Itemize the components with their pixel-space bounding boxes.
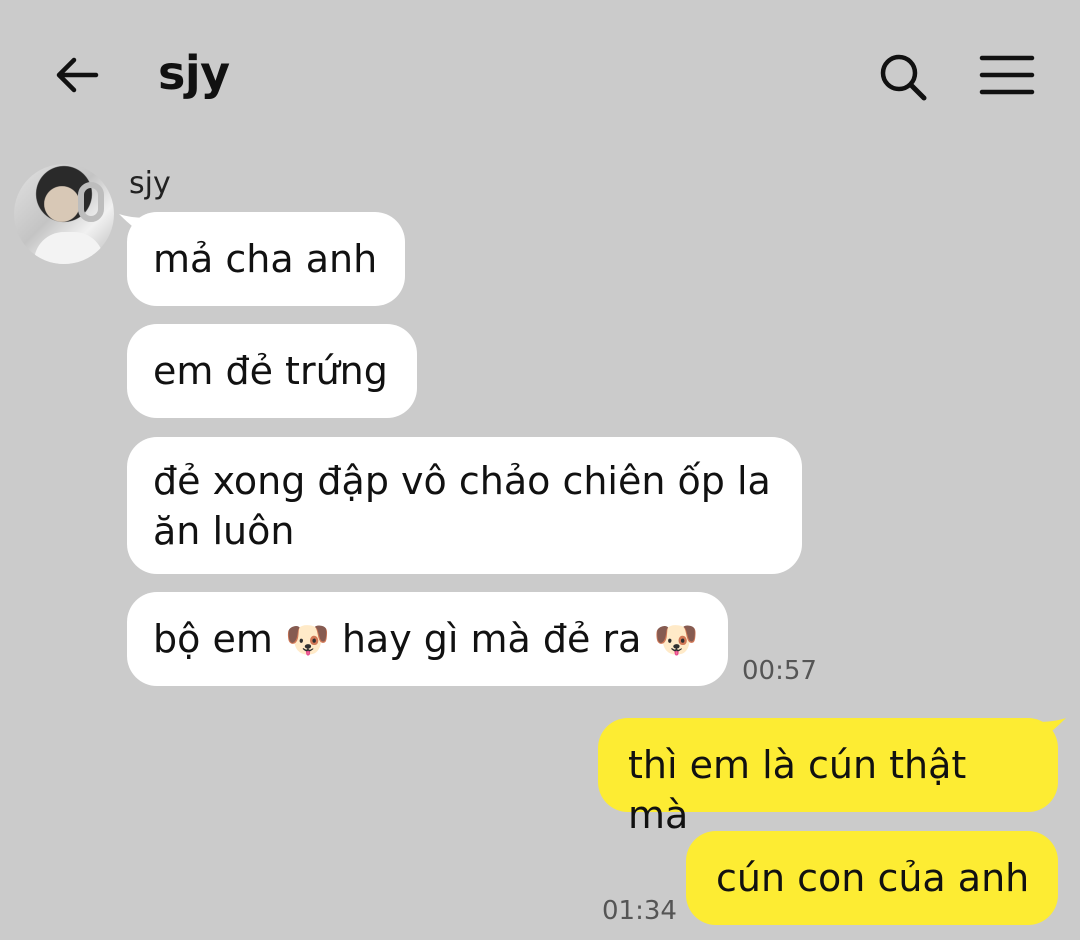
message-text: em đẻ trứng [153,349,388,393]
message-text: thì em là cún thật mà [628,743,967,837]
message-timestamp: 01:34 [602,896,677,926]
message-timestamp: 00:57 [742,656,817,686]
message-bubble-outgoing[interactable]: thì em là cún thật mà [598,718,1058,837]
message-text: mả cha anh [153,237,378,281]
menu-icon [979,55,1035,95]
sender-name: sjy [129,166,171,201]
dog-face-emoji: 🐶 [653,620,699,661]
back-button[interactable] [52,50,104,102]
back-arrow-icon [56,57,99,93]
search-button[interactable] [876,50,930,104]
message-bubble-outgoing[interactable]: cún con của anh [686,831,1058,925]
message-bubble-incoming[interactable]: đẻ xong đập vô chảo chiên ốp la ăn luôn [127,437,802,574]
message-bubble-incoming[interactable]: mả cha anh [127,212,405,306]
chat-header: sjy [0,0,1080,150]
contact-avatar[interactable] [14,164,114,264]
chat-title: sjy [158,46,230,100]
message-text: hay gì mà đẻ ra [329,617,654,661]
message-bubble-incoming[interactable]: bộ em 🐶 hay gì mà đẻ ra 🐶 [127,592,728,686]
message-text: bộ em [153,617,285,661]
dog-face-emoji: 🐶 [284,620,330,661]
message-bubble-incoming[interactable]: em đẻ trứng [127,324,417,418]
menu-button[interactable] [978,52,1036,98]
search-icon [880,54,927,101]
message-text: cún con của anh [716,856,1030,900]
message-text: đẻ xong đập vô chảo chiên ốp la ăn luôn [153,459,771,553]
